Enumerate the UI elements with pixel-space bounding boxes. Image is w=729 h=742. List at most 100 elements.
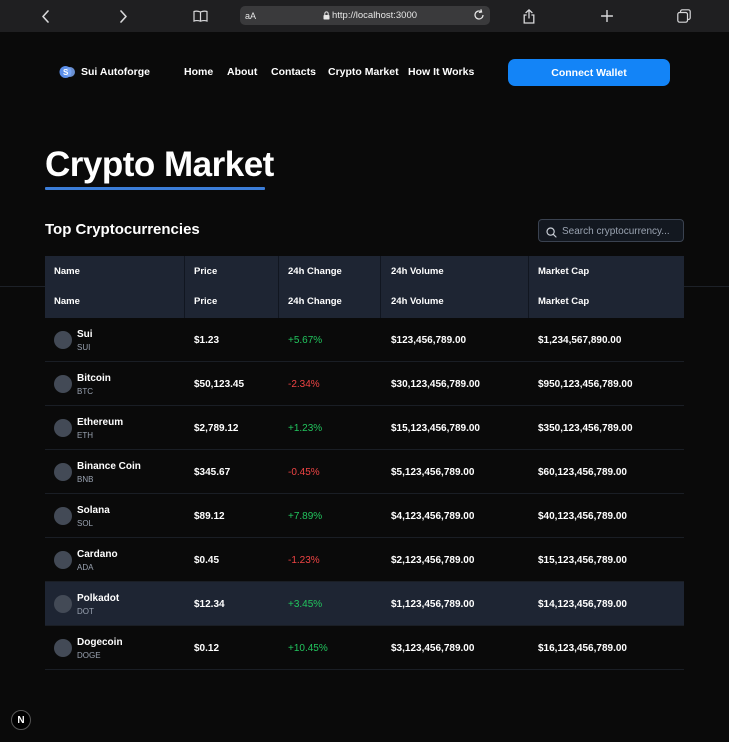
logo-icon: S [59, 65, 76, 79]
volume-cell: $123,456,789.00 [391, 334, 467, 346]
volume-cell: $5,123,456,789.00 [391, 466, 475, 478]
coin-name: Cardano [77, 549, 118, 560]
nav-home[interactable]: Home [184, 66, 213, 78]
header-volume[interactable]: 24h Volume [391, 266, 444, 277]
lock-icon [323, 11, 330, 20]
coin-name: Bitcoin [77, 373, 111, 384]
header-volume[interactable]: 24h Volume [391, 296, 444, 307]
url-text: http://localhost:3000 [332, 10, 418, 21]
nav-crypto-market[interactable]: Crypto Market [328, 66, 399, 78]
market-cap-cell: $1,234,567,890.00 [538, 334, 622, 346]
logo-text: Sui Autoforge [81, 66, 151, 78]
coin-symbol: BTC [77, 387, 93, 396]
tabs-overview-icon[interactable] [677, 6, 691, 26]
coin-icon [54, 375, 72, 393]
reload-icon[interactable] [473, 9, 485, 21]
coin-symbol: ADA [77, 563, 94, 572]
section-title: Top Cryptocurrencies [45, 221, 200, 238]
page-title: Crypto Market [45, 145, 274, 184]
market-cap-cell: $16,123,456,789.00 [538, 642, 627, 654]
table-row[interactable]: Solana SOL $89.12 +7.89% $4,123,456,789.00 $4… [45, 494, 684, 538]
header-row: Name Price 24h Change 24h Volume Market … [45, 296, 684, 316]
price-cell: $50,123.45 [194, 378, 245, 390]
back-icon[interactable] [38, 6, 52, 26]
coin-name: Ethereum [77, 417, 124, 428]
price-cell: $12.34 [194, 598, 225, 610]
coin-name: Polkadot [77, 593, 120, 604]
price-cell: $89.12 [194, 510, 225, 522]
text-size-button[interactable]: aA [245, 11, 256, 21]
coin-icon [54, 331, 72, 349]
header-row: Name Price 24h Change 24h Volume Market … [45, 266, 684, 286]
price-cell: $0.12 [194, 642, 220, 654]
crypto-table: Name Price 24h Change 24h Volume Market … [45, 256, 684, 670]
price-cell: $1.23 [194, 334, 220, 346]
volume-cell: $3,123,456,789.00 [391, 642, 475, 654]
book-icon[interactable] [192, 6, 208, 26]
nav-how-it-works[interactable]: How It Works [408, 66, 474, 78]
svg-text:S: S [63, 68, 69, 77]
site-logo[interactable]: S Sui Autoforge [59, 65, 150, 79]
change-cell: -2.34% [288, 378, 320, 390]
table-row[interactable]: Ethereum ETH $2,789.12 +1.23% $15,123,456,78… [45, 406, 684, 450]
change-cell: +7.89% [288, 510, 323, 522]
table-row[interactable]: Cardano ADA $0.45 -1.23% $2,123,456,789.00 $1… [45, 538, 684, 582]
nextjs-dev-badge[interactable]: N [11, 710, 31, 730]
forward-icon[interactable] [116, 6, 130, 26]
header-change[interactable]: 24h Change [288, 266, 342, 277]
market-cap-cell: $950,123,456,789.00 [538, 378, 633, 390]
nav-contacts[interactable]: Contacts [271, 66, 316, 78]
change-cell: +10.45% [288, 642, 328, 654]
table-row[interactable]: Sui SUI $1.23 +5.67% $123,456,789.00 $1,234,5… [45, 318, 684, 362]
change-cell: +5.67% [288, 334, 323, 346]
header-change[interactable]: 24h Change [288, 296, 342, 307]
coin-name: Sui [77, 329, 93, 340]
market-cap-cell: $40,123,456,789.00 [538, 510, 627, 522]
coin-icon [54, 639, 72, 657]
coin-name: Solana [77, 505, 110, 516]
header-price[interactable]: Price [194, 266, 217, 277]
header-name[interactable]: Name [54, 266, 80, 277]
title-underline [45, 187, 265, 190]
header-name[interactable]: Name [54, 296, 80, 307]
nav-about[interactable]: About [227, 66, 257, 78]
browser-toolbar: aA http://localhost:3000 [0, 0, 729, 32]
header-price[interactable]: Price [194, 296, 217, 307]
search-icon [546, 225, 557, 243]
volume-cell: $15,123,456,789.00 [391, 422, 480, 434]
change-cell: +1.23% [288, 422, 323, 434]
table-body: Sui SUI $1.23 +5.67% $123,456,789.00 $1,234,5… [45, 318, 684, 670]
market-cap-cell: $14,123,456,789.00 [538, 598, 627, 610]
table-row[interactable]: Dogecoin DOGE $0.12 +10.45% $3,123,456,789.0… [45, 626, 684, 670]
coin-icon [54, 595, 72, 613]
search-input[interactable] [562, 223, 680, 239]
change-cell: -1.23% [288, 554, 320, 566]
address-bar[interactable]: aA http://localhost:3000 [240, 6, 490, 25]
connect-wallet-button[interactable]: Connect Wallet [508, 59, 670, 86]
volume-cell: $1,123,456,789.00 [391, 598, 475, 610]
coin-symbol: BNB [77, 475, 94, 484]
price-cell: $2,789.12 [194, 422, 239, 434]
search-box[interactable] [538, 219, 684, 242]
coin-icon [54, 551, 72, 569]
volume-cell: $2,123,456,789.00 [391, 554, 475, 566]
table-row[interactable]: Polkadot DOT $12.34 +3.45% $1,123,456,789.00… [45, 582, 684, 626]
coin-symbol: ETH [77, 431, 93, 440]
price-cell: $345.67 [194, 466, 231, 478]
coin-name: Binance Coin [77, 461, 141, 472]
coin-symbol: DOT [77, 607, 94, 616]
header-market-cap[interactable]: Market Cap [538, 266, 589, 277]
header-market-cap[interactable]: Market Cap [538, 296, 589, 307]
coin-symbol: SUI [77, 343, 91, 352]
table-row[interactable]: Bitcoin BTC $50,123.45 -2.34% $30,123,456,78… [45, 362, 684, 406]
table-row[interactable]: Binance Coin BNB $345.67 -0.45% $5,123,456,7… [45, 450, 684, 494]
coin-icon [54, 463, 72, 481]
coin-icon [54, 419, 72, 437]
volume-cell: $4,123,456,789.00 [391, 510, 475, 522]
table-header: Name Price 24h Change 24h Volume Market … [45, 256, 684, 318]
change-cell: +3.45% [288, 598, 323, 610]
new-tab-icon[interactable] [600, 6, 614, 26]
share-icon[interactable] [522, 6, 536, 26]
change-cell: -0.45% [288, 466, 320, 478]
price-cell: $0.45 [194, 554, 220, 566]
